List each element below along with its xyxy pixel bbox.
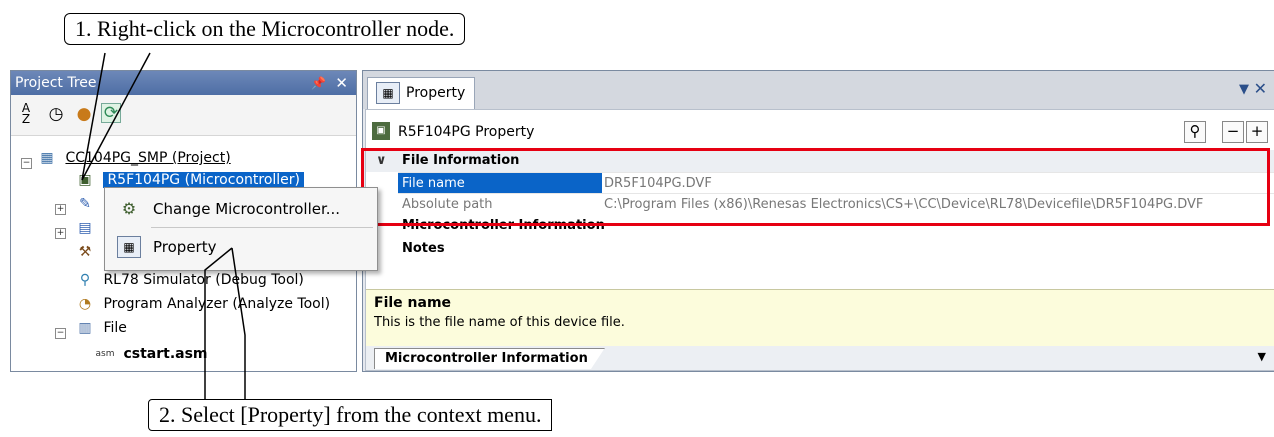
menu-item-change-microcontroller-label: Change Microcontroller... (153, 200, 341, 218)
project-tree-title-bar: Project Tree 📌 ✕ (11, 71, 356, 95)
build-icon: ⚒ (78, 244, 92, 260)
property-icon: ▦ (117, 236, 141, 258)
asm-file-icon: asm (95, 349, 115, 359)
property-tab-bar: ▦ Property ▼ ✕ (363, 71, 1274, 110)
property-icon: ▦ (376, 82, 400, 104)
close-icon[interactable]: ✕ (335, 71, 348, 95)
tree-item-debug-tool[interactable]: ⚲ RL78 Simulator (Debug Tool) (75, 268, 304, 292)
callout-step-1: 1. Right-click on the Microcontroller no… (64, 13, 466, 45)
project-icon: ▦ (40, 150, 54, 166)
collapse-button[interactable]: − (1222, 121, 1244, 143)
category-notes-label: Notes (402, 241, 445, 256)
refresh-icon[interactable]: ⟳ (101, 103, 121, 123)
project-tree-title: Project Tree (15, 75, 97, 91)
context-menu: ⚙ Change Microcontroller... ▦ Property (104, 187, 378, 271)
pin-icon[interactable]: 📌 (311, 71, 326, 95)
chevron-down-icon[interactable]: ▼ (1239, 82, 1249, 97)
tree-item-analyzer[interactable]: ◔ Program Analyzer (Analyze Tool) (75, 292, 330, 316)
tree-item-microcontroller-label: R5F104PG (Microcontroller) (103, 172, 304, 188)
property-header-title: R5F104PG Property (398, 124, 535, 140)
expander-collapse[interactable]: − (55, 328, 66, 339)
expand-button[interactable]: + (1246, 121, 1268, 143)
clock-icon[interactable]: ◷ (45, 103, 67, 125)
sort-icon[interactable]: AZ (15, 102, 37, 125)
person-icon[interactable]: ● (73, 103, 95, 125)
tree-item-cstart[interactable]: asm cstart.asm (95, 342, 208, 366)
expander-expand[interactable]: + (55, 204, 66, 215)
expander-expand[interactable]: + (55, 228, 66, 239)
tree-item-cstart-label: cstart.asm (123, 346, 208, 362)
folder-icon: ▥ (78, 320, 92, 336)
tab-microcontroller-information[interactable]: Microcontroller Information (374, 348, 605, 369)
expander-collapse[interactable]: − (21, 158, 32, 169)
tree-item-project[interactable]: ▦ CC104PG_SMP (Project) (37, 146, 231, 170)
tree-item-debug-tool-label: RL78 Simulator (Debug Tool) (103, 272, 304, 288)
bottom-tab-bar: Microcontroller Information ▼ (366, 346, 1274, 370)
menu-separator (151, 227, 373, 228)
tab-property[interactable]: ▦ Property (367, 77, 475, 110)
tab-property-label: Property (406, 85, 466, 101)
category-notes[interactable]: Notes (366, 238, 1274, 260)
callout-step-1-text: 1. Right-click on the Microcontroller no… (75, 16, 455, 41)
property-header: ▣ R5F104PG Property ⚲ − + (366, 120, 1274, 144)
tree-item-analyzer-label: Program Analyzer (Analyze Tool) (103, 296, 331, 312)
close-icon[interactable]: ✕ (1254, 79, 1267, 98)
debug-icon: ⚲ (79, 272, 91, 288)
project-tree-toolbar: AZ ◷ ● ⟳ (11, 95, 356, 136)
pin-tool-icon: ✎ (79, 196, 91, 212)
change-microcontroller-icon: ⚙ (121, 199, 137, 218)
chip-icon: ▣ (78, 172, 92, 188)
tree-item-project-label: CC104PG_SMP (Project) (65, 150, 231, 166)
menu-item-change-microcontroller[interactable]: ⚙ Change Microcontroller... (105, 191, 377, 227)
chip-icon: ▣ (372, 122, 390, 140)
callout-step-2: 2. Select [Property] from the context me… (148, 399, 553, 431)
menu-item-property-label: Property (153, 238, 217, 256)
code-icon: ▤ (78, 220, 92, 236)
chevron-down-icon[interactable]: ▼ (1258, 350, 1266, 363)
description-title: File name (374, 295, 452, 311)
menu-item-property[interactable]: ▦ Property (105, 229, 377, 265)
tree-item-file[interactable]: ▥ File (75, 316, 127, 340)
description-text: This is the file name of this device fil… (374, 315, 625, 330)
search-icon[interactable]: ⚲ (1184, 121, 1206, 143)
highlight-box (361, 148, 1270, 226)
callout-step-2-text: 2. Select [Property] from the context me… (159, 402, 542, 427)
analyzer-icon: ◔ (78, 296, 92, 312)
tree-item-file-label: File (103, 320, 127, 336)
description-area: File name This is the file name of this … (366, 289, 1274, 347)
